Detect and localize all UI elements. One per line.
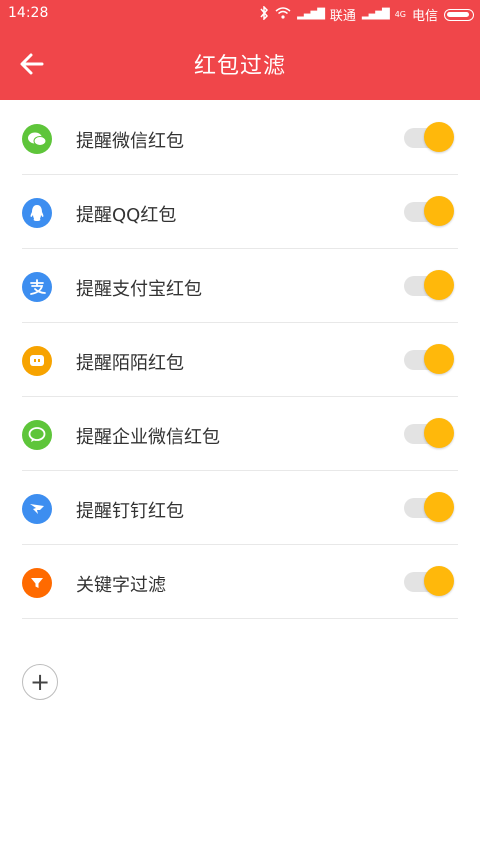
wecom-toggle[interactable] <box>404 418 454 448</box>
list-item-wechat: 提醒微信红包 <box>0 101 480 175</box>
toggle-knob <box>424 344 454 374</box>
item-label: 提醒企业微信红包 <box>76 427 220 448</box>
qq-toggle[interactable] <box>404 196 454 226</box>
signal-icon-2: ▂▄▆█ <box>361 9 390 20</box>
list-item-alipay: 提醒支付宝红包 <box>0 249 480 323</box>
item-label: 提醒微信红包 <box>76 131 184 152</box>
toggle-knob <box>424 492 454 522</box>
item-label: 关键字过滤 <box>76 575 166 596</box>
carrier-1: 联通 <box>329 9 356 24</box>
alipay-toggle[interactable] <box>404 270 454 300</box>
list-item-keyword: 关键字过滤 <box>0 545 480 619</box>
list-item-momo: 提醒陌陌红包 <box>0 323 480 397</box>
item-label: 提醒钉钉红包 <box>76 501 184 522</box>
list-item-qq: 提醒QQ红包 <box>0 175 480 249</box>
app-bar: 红包过滤 <box>0 28 480 100</box>
wechat-toggle[interactable] <box>404 122 454 152</box>
momo-icon <box>22 346 52 376</box>
filter-icon <box>22 568 52 598</box>
wifi-icon <box>275 6 291 23</box>
item-label: 提醒陌陌红包 <box>76 353 184 374</box>
item-label: 提醒QQ红包 <box>76 205 177 226</box>
signal-icon-1: ▂▄▆█ <box>297 9 325 20</box>
toggle-knob <box>424 122 454 152</box>
keyword-toggle[interactable] <box>404 566 454 596</box>
item-label: 提醒支付宝红包 <box>76 279 202 300</box>
divider <box>22 618 458 619</box>
carrier-2: 电信 <box>411 9 438 24</box>
toggle-knob <box>424 418 454 448</box>
dingtalk-icon <box>22 494 52 524</box>
dingtalk-toggle[interactable] <box>404 492 454 522</box>
battery-icon <box>444 8 474 21</box>
toggle-knob <box>424 196 454 226</box>
status-icons: ▂▄▆█ 联通 ▂▄▆█ 4G 电信 <box>259 4 474 24</box>
add-button[interactable]: + <box>22 664 58 700</box>
alipay-icon <box>22 272 52 302</box>
plus-icon: + <box>29 668 51 696</box>
list-item-dingtalk: 提醒钉钉红包 <box>0 471 480 545</box>
list-item-wecom: 提醒企业微信红包 <box>0 397 480 471</box>
status-bar: 14:28 ▂▄▆█ 联通 ▂▄▆█ 4G 电信 <box>0 0 480 28</box>
bluetooth-icon <box>259 4 269 24</box>
qq-icon <box>22 198 52 228</box>
network-type: 4G <box>394 10 406 19</box>
toggle-knob <box>424 566 454 596</box>
status-time: 14:28 <box>8 5 49 21</box>
momo-toggle[interactable] <box>404 344 454 374</box>
wechat-icon <box>22 124 52 154</box>
page-title: 红包过滤 <box>193 54 286 79</box>
toggle-knob <box>424 270 454 300</box>
filter-list: 提醒微信红包 提醒QQ红包 提醒支付宝红包 提醒陌陌红包 提醒企业微信红包 提醒… <box>0 101 480 619</box>
wecom-icon <box>22 420 52 450</box>
